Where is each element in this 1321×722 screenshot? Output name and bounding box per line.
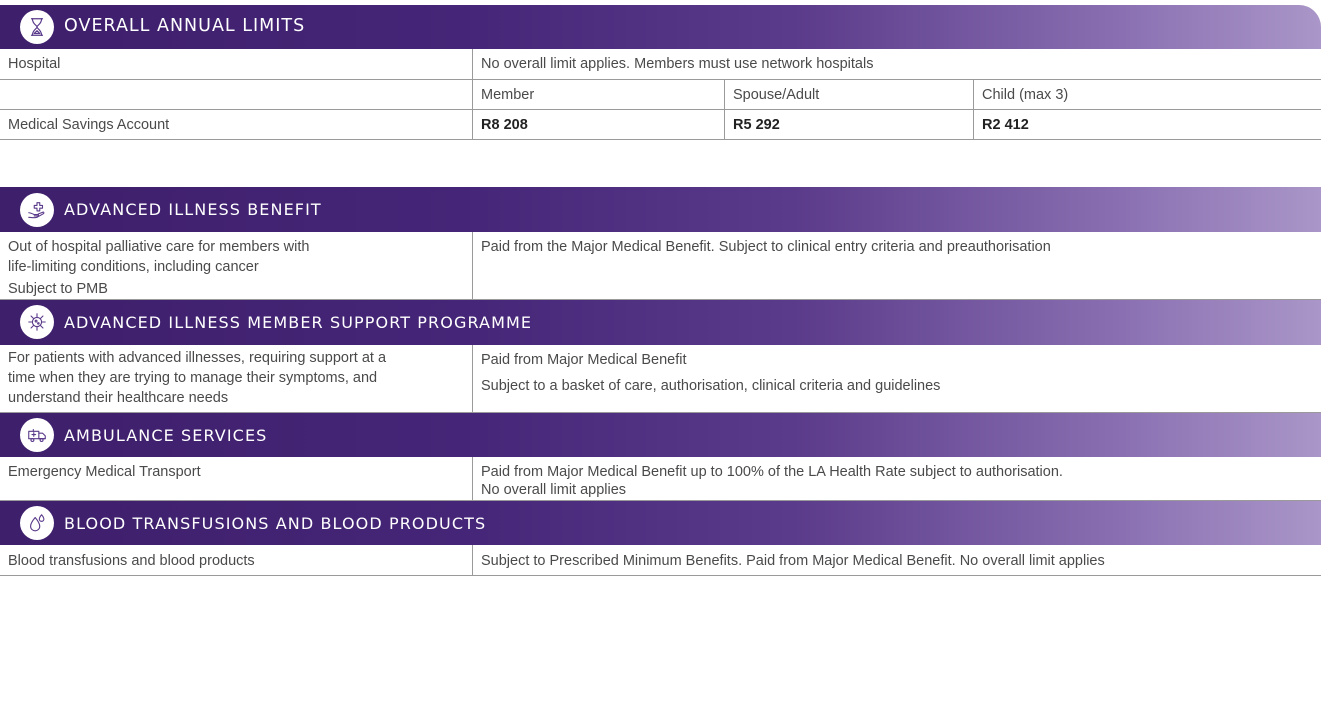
section-title: ADVANCED ILLNESS BENEFIT [64, 200, 322, 219]
section-title: AMBULANCE SERVICES [64, 426, 268, 445]
value-member: R8 208 [481, 117, 528, 133]
table-row: Blood transfusions and blood products Su… [0, 545, 1321, 576]
value-spouse: R5 292 [733, 117, 780, 133]
row-label: For patients with advanced illnesses, re… [8, 350, 387, 366]
hourglass-icon [20, 10, 54, 44]
section-header-blood-transfusions: BLOOD TRANSFUSIONS AND BLOOD PRODUCTS [0, 501, 1321, 545]
section-title: ADVANCED ILLNESS MEMBER SUPPORT PROGRAMM… [64, 313, 533, 332]
row-value: No overall limit applies. Members must u… [481, 56, 874, 72]
row-label: Emergency Medical Transport [8, 464, 201, 480]
column-header-member: Member [481, 87, 535, 103]
row-label: time when they are trying to manage thei… [8, 370, 378, 386]
table-row: Emergency Medical Transport Paid from Ma… [0, 457, 1321, 501]
row-label: Out of hospital palliative care for memb… [8, 239, 310, 255]
virus-icon [20, 305, 54, 339]
section-title: OVERALL ANNUAL LIMITS [64, 16, 306, 36]
row-label: life-limiting conditions, including canc… [8, 259, 259, 275]
row-value: No overall limit applies [481, 482, 627, 498]
column-header-child: Child (max 3) [982, 87, 1069, 103]
row-value: Paid from Major Medical Benefit up to 10… [481, 464, 1063, 480]
table-row: For patients with advanced illnesses, re… [0, 345, 1321, 413]
row-value: Paid from Major Medical Benefit [481, 352, 687, 368]
section-header-ambulance-services: AMBULANCE SERVICES [0, 413, 1321, 457]
section-header-advanced-illness-benefit: ADVANCED ILLNESS BENEFIT [0, 187, 1321, 232]
droplets-icon [20, 506, 54, 540]
column-header-spouse: Spouse/Adult [733, 87, 820, 103]
section-title: BLOOD TRANSFUSIONS AND BLOOD PRODUCTS [64, 514, 487, 533]
row-value: Subject to Prescribed Minimum Benefits. … [481, 553, 1105, 569]
section-header-advanced-illness-support: ADVANCED ILLNESS MEMBER SUPPORT PROGRAMM… [0, 300, 1321, 345]
table-row: Member Spouse/Adult Child (max 3) [0, 80, 1321, 110]
table-row: Out of hospital palliative care for memb… [0, 232, 1321, 300]
section-header-overall-annual-limits: OVERALL ANNUAL LIMITS [0, 5, 1321, 49]
row-label: Hospital [8, 56, 61, 72]
table-row: Medical Savings Account R8 208 R5 292 R2… [0, 110, 1321, 140]
row-label: Medical Savings Account [8, 117, 170, 133]
row-value: Subject to a basket of care, authorisati… [481, 378, 941, 394]
value-child: R2 412 [982, 117, 1029, 133]
row-value: Paid from the Major Medical Benefit. Sub… [481, 239, 1051, 255]
row-label: Blood transfusions and blood products [8, 553, 255, 569]
hand-cross-icon [20, 193, 54, 227]
row-label: understand their healthcare needs [8, 390, 229, 406]
table-row: Hospital No overall limit applies. Membe… [0, 49, 1321, 80]
row-note: Subject to PMB [8, 281, 108, 297]
ambulance-icon [20, 418, 54, 452]
